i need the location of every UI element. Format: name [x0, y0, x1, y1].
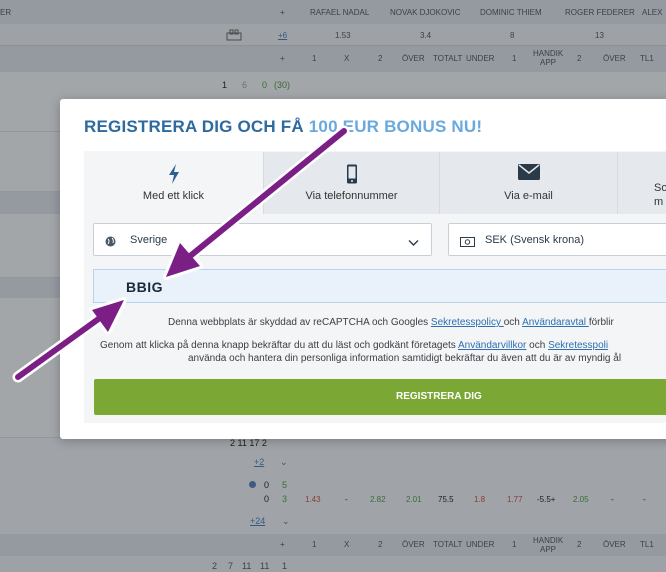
- promo-code-input[interactable]: BBIG: [93, 269, 666, 303]
- privacy-link-2[interactable]: Sekretesspoli: [548, 340, 608, 351]
- consent-note-line-2: använda och hantera din personliga infor…: [188, 353, 622, 364]
- consent-text-1: Genom att klicka på denna knapp bekräfta…: [100, 340, 459, 351]
- tab-phone-label: Via telefonnummer: [305, 190, 398, 202]
- promo-code-value: BBIG: [126, 279, 163, 295]
- recaptcha-text-1: Denna webbplats är skyddad av reCAPTCHA …: [168, 317, 431, 328]
- register-button-label: REGISTRERA DIG: [396, 391, 482, 402]
- chevron-down-icon-country: [408, 234, 419, 252]
- tab-one-click[interactable]: Med ett klick: [84, 152, 263, 214]
- registration-tabs: Med ett klick Via telefonnummer Via e-ma…: [84, 152, 666, 214]
- tab-email[interactable]: Via e-mail: [439, 152, 617, 214]
- phone-icon: [264, 164, 439, 186]
- lightning-icon: [84, 164, 263, 186]
- registration-modal: REGISTRERA DIG OCH FÅ 100 EUR BONUS NU! …: [60, 99, 666, 439]
- envelope-icon: [440, 164, 617, 186]
- register-button[interactable]: REGISTRERA DIG: [94, 379, 666, 415]
- terms-link[interactable]: Användaravtal: [522, 317, 589, 328]
- country-value: Sverige: [130, 234, 168, 246]
- tab-social-label-1: So: [654, 182, 666, 194]
- user-terms-link[interactable]: Användarvillkor: [458, 340, 526, 351]
- modal-title: REGISTRERA DIG OCH FÅ 100 EUR BONUS NU!: [84, 117, 482, 137]
- banknote-icon: [460, 234, 475, 252]
- tab-email-label: Via e-mail: [504, 190, 553, 202]
- title-main: REGISTRERA DIG OCH FÅ: [84, 117, 309, 136]
- tab-phone[interactable]: Via telefonnummer: [263, 152, 439, 214]
- tab-one-click-label: Med ett klick: [142, 190, 205, 202]
- currency-value: SEK (Svensk krona): [485, 234, 585, 246]
- recaptcha-note: Denna webbplats är skyddad av reCAPTCHA …: [168, 317, 614, 328]
- recaptcha-text-2: och: [503, 317, 523, 328]
- country-select[interactable]: Sverige: [93, 223, 432, 256]
- currency-select[interactable]: SEK (Svensk krona): [448, 223, 666, 256]
- globe-icon: [105, 234, 116, 252]
- consent-text-2: och: [526, 340, 549, 351]
- tab-social[interactable]: So m: [617, 152, 666, 214]
- privacy-policy-link[interactable]: Sekretesspolicy: [431, 317, 504, 328]
- title-bonus: 100 EUR BONUS NU!: [308, 117, 483, 136]
- consent-note-line-1: Genom att klicka på denna knapp bekräfta…: [100, 340, 608, 351]
- recaptcha-text-3: förblir: [588, 317, 614, 328]
- tab-social-label-2: m: [654, 196, 664, 208]
